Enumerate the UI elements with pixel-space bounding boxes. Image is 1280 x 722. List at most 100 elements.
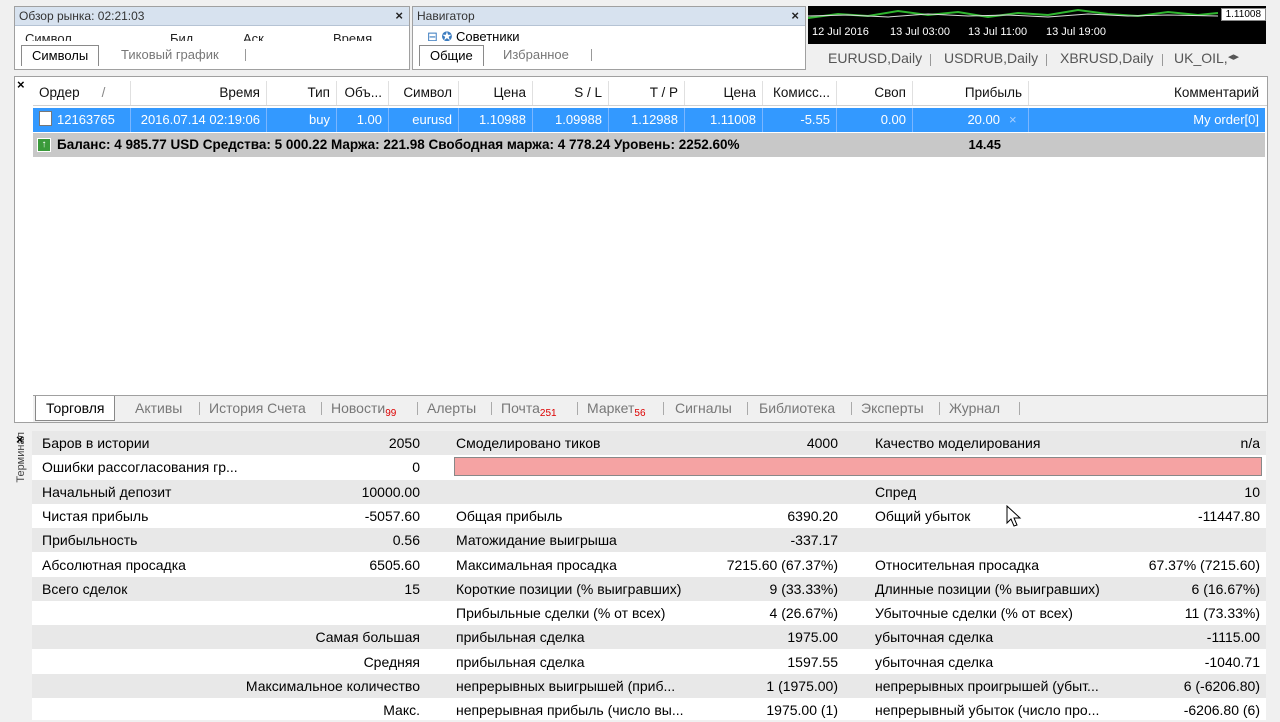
close-icon[interactable]: × <box>17 77 25 92</box>
close-icon[interactable]: × <box>791 7 799 25</box>
report-label: Общий убыток <box>875 507 971 524</box>
header-time[interactable]: Время <box>131 81 267 105</box>
chart-tab-usdrub[interactable]: USDRUB,Daily <box>944 50 1038 66</box>
tab-code-base[interactable]: Библиотека <box>755 396 839 420</box>
tab-tick-chart[interactable]: Тиковый график <box>111 45 229 65</box>
close-order-icon[interactable]: × <box>1009 108 1017 132</box>
report-value: 6 (16.67%) <box>1191 580 1260 597</box>
header-comment[interactable]: Комментарий <box>1029 81 1265 105</box>
report-value: 6505.60 <box>369 556 420 573</box>
balance-summary: Баланс: 4 985.77 USD Средства: 5 000.22 … <box>57 137 740 152</box>
tree-item-experts[interactable]: ⊟ ✪ Советники <box>427 29 520 41</box>
col-bid[interactable]: Бид <box>170 31 193 41</box>
header-price[interactable]: Цена <box>459 81 533 105</box>
market-watch-title: Обзор рынка: 02:21:03 <box>19 9 145 23</box>
report-label <box>456 480 706 504</box>
tab-mailbox[interactable]: Почта251 <box>497 396 561 420</box>
chart-tab-ukoil[interactable]: UK_OIL, <box>1174 50 1228 66</box>
balance-row: ↑ Баланс: 4 985.77 USD Средства: 5 000.2… <box>33 133 1265 157</box>
report-value <box>302 601 420 625</box>
chart-date: 13 Jul 03:00 <box>890 26 950 38</box>
report-label: Абсолютная просадка <box>42 556 186 573</box>
report-value <box>302 698 420 722</box>
report-row: Начальный депозит 10000.00 Спред 10 <box>32 479 1266 504</box>
balance-icon: ↑ <box>37 138 51 152</box>
close-icon[interactable]: × <box>16 432 24 447</box>
tab-signals[interactable]: Сигналы <box>671 396 736 420</box>
report-value: 7215.60 (67.37%) <box>726 556 838 573</box>
header-symbol[interactable]: Символ <box>389 81 459 105</box>
header-type[interactable]: Тип <box>267 81 337 105</box>
price-chart[interactable]: 1.11008 12 Jul 2016 13 Jul 03:00 13 Jul … <box>808 6 1266 44</box>
report-value: 6390.20 <box>787 507 838 524</box>
report-label: Прибыльность <box>42 532 138 549</box>
report-label: Чистая прибыль <box>42 507 149 524</box>
tab-symbols[interactable]: Символы <box>21 45 100 66</box>
report-value: 0.56 <box>392 532 420 549</box>
report-label: Прибыльные сделки (% от всех) <box>456 605 666 622</box>
order-row[interactable]: 12163765 2016.07.14 02:19:06 buy 1.00 eu… <box>33 108 1265 132</box>
navigator-tabs: Общие Избранное <box>413 43 805 67</box>
header-tp[interactable]: T / P <box>609 81 685 105</box>
orders-header: Ордер / Время Тип Объ... Символ Цена S / … <box>33 81 1267 106</box>
tab-experts[interactable]: Эксперты <box>857 396 928 420</box>
report-value: 10 <box>1244 483 1260 500</box>
col-symbol[interactable]: Символ <box>25 31 72 41</box>
order-id: 12163765 <box>57 112 115 127</box>
report-label: Максимальная просадка <box>456 556 617 573</box>
report-label: прибыльная сделка <box>456 629 585 646</box>
navigator-panel: Навигатор × ⊟ ✪ Советники Общие Избранно… <box>412 6 806 70</box>
report-row: Макс. непрерывная прибыль (число вы... 197… <box>32 698 1266 722</box>
tree-item-label: Советники <box>456 29 520 41</box>
report-label: Матожидание выигрыша <box>456 532 617 549</box>
chart-line <box>808 8 1218 19</box>
tab-account-history[interactable]: История Счета <box>205 396 310 420</box>
report-label: Смоделировано тиков <box>456 435 601 451</box>
report-label: непрерывных выигрышей (приб... <box>456 678 676 694</box>
col-time[interactable]: Время <box>333 31 372 41</box>
chart-tab-eurusd[interactable]: EURUSD,Daily <box>828 50 922 66</box>
report-value: 1975.00 (1) <box>766 702 838 719</box>
chart-tab-xbrusd[interactable]: XBRUSD,Daily <box>1060 50 1153 66</box>
report-value: -1040.71 <box>1204 653 1260 670</box>
report-label: Ошибки рассогласования гр... <box>42 459 238 476</box>
price-label: 1.11008 <box>1220 8 1266 21</box>
mouse-cursor-icon <box>1006 504 1022 532</box>
folder-icon: ⊟ ✪ <box>427 29 457 41</box>
close-icon[interactable]: × <box>395 7 403 25</box>
header-order[interactable]: Ордер / <box>33 81 131 105</box>
balance-profit: 14.45 <box>968 137 1001 152</box>
tab-favorites[interactable]: Избранное <box>493 45 579 65</box>
market-watch-panel: Обзор рынка: 02:21:03 × Символ Бид Аск В… <box>14 6 410 70</box>
col-ask[interactable]: Аск <box>243 31 264 41</box>
report-label: Убыточные сделки (% от всех) <box>875 605 1073 622</box>
report-value: 1 (1975.00) <box>766 678 838 694</box>
header-commission[interactable]: Комисс... <box>763 81 837 105</box>
scroll-arrows-icon[interactable]: ◂▸ <box>1228 50 1239 63</box>
report-value: 6 (-6206.80) <box>1183 678 1260 694</box>
tab-market[interactable]: Маркет56 <box>583 396 650 420</box>
report-value: 67.37% (7215.60) <box>1148 556 1260 573</box>
tab-news[interactable]: Новости99 <box>327 396 400 420</box>
report-value <box>706 480 838 504</box>
header-swap[interactable]: Своп <box>837 81 913 105</box>
tab-journal[interactable]: Журнал <box>945 396 1004 420</box>
report-label: Спред <box>875 483 917 500</box>
header-sl[interactable]: S / L <box>533 81 609 105</box>
tab-assets[interactable]: Активы <box>131 396 186 420</box>
header-current-price[interactable]: Цена <box>685 81 763 105</box>
header-volume[interactable]: Объ... <box>337 81 389 105</box>
chart-date: 12 Jul 2016 <box>812 26 869 38</box>
report-row: Прибыльность 0.56 Матожидание выигрыша -337… <box>32 528 1266 553</box>
report-label <box>42 601 302 625</box>
navigator-title-bar: Навигатор × <box>413 7 805 26</box>
header-profit[interactable]: Прибыль <box>913 81 1029 105</box>
report-label: Качество моделирования <box>875 435 1041 451</box>
order-comment: My order[0] <box>1193 112 1259 127</box>
news-badge: 99 <box>385 408 397 419</box>
tab-trade[interactable]: Торговля <box>35 396 116 421</box>
tab-alerts[interactable]: Алерты <box>423 396 480 420</box>
report-label: непрерывных проигрышей (убыт... <box>875 678 1099 694</box>
report-value <box>302 625 420 649</box>
tab-general[interactable]: Общие <box>419 45 484 66</box>
